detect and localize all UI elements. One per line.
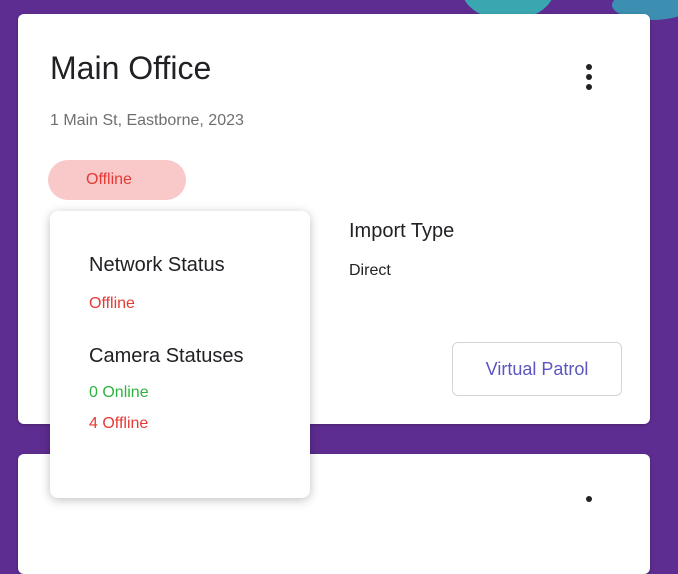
import-type-label: Import Type: [349, 220, 455, 242]
camera-online-count: 0 Online: [89, 384, 149, 401]
site-address: 1 Main St, Eastborne, 2023: [50, 112, 244, 129]
camera-statuses-heading: Camera Statuses: [89, 345, 244, 367]
network-status-value: Offline: [89, 295, 135, 312]
network-status-heading: Network Status: [89, 254, 225, 276]
status-badge[interactable]: Offline: [48, 160, 186, 200]
import-type-value: Direct: [349, 262, 391, 279]
more-vert-icon[interactable]: [578, 492, 600, 512]
status-popover: Network Status Offline Camera Statuses 0…: [50, 211, 310, 498]
site-title: Main Office: [50, 50, 212, 86]
virtual-patrol-button[interactable]: Virtual Patrol: [452, 342, 622, 396]
more-vert-icon[interactable]: [578, 62, 600, 94]
camera-offline-count: 4 Offline: [89, 415, 149, 432]
